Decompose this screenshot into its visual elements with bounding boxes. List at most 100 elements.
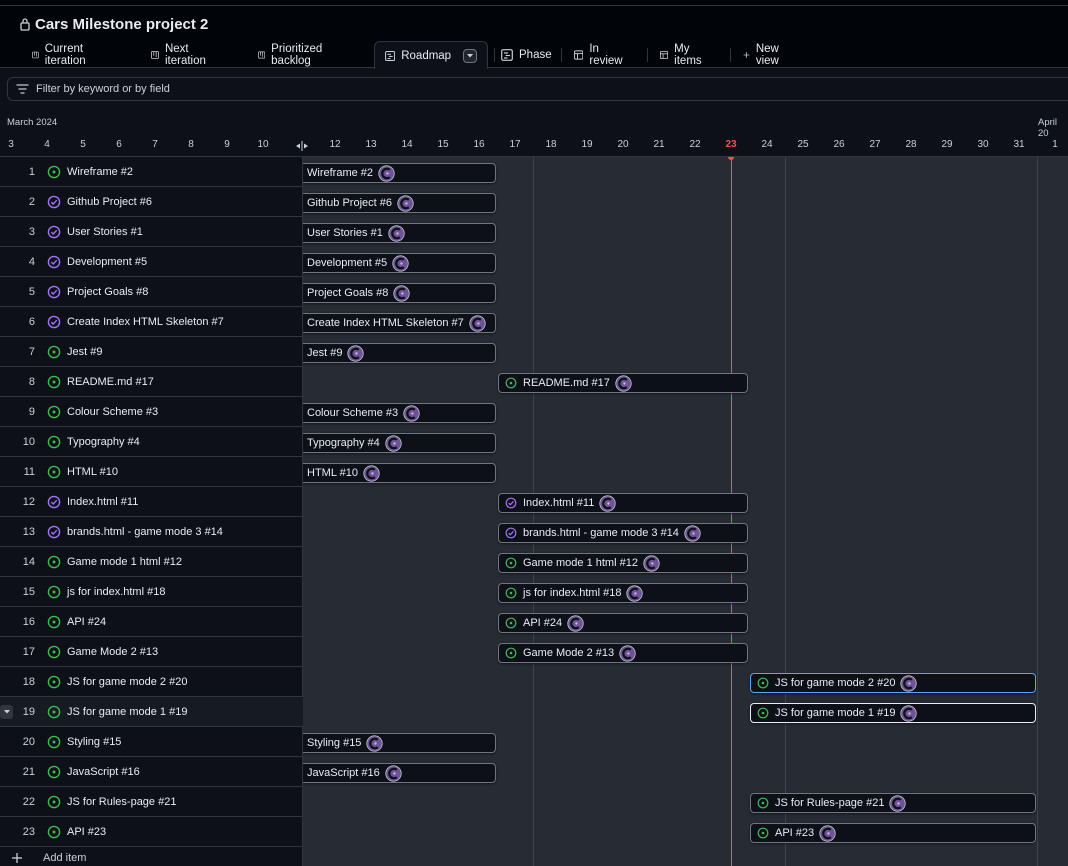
- item-title[interactable]: JavaScript #16: [67, 766, 140, 778]
- table-row[interactable]: 14 Game mode 1 html #12: [0, 547, 303, 577]
- item-title[interactable]: Wireframe #2: [67, 166, 133, 178]
- item-title[interactable]: Game Mode 2 #13: [67, 646, 158, 658]
- roadmap-bar[interactable]: Jest #9: [303, 343, 496, 363]
- tab-new-view[interactable]: New view: [743, 41, 784, 68]
- item-title[interactable]: Development #5: [67, 256, 147, 268]
- roadmap-bar[interactable]: Colour Scheme #3: [303, 403, 496, 423]
- roadmap-bar[interactable]: Styling #15: [303, 733, 496, 753]
- table-row[interactable]: 19 JS for game mode 1 #19: [0, 697, 303, 727]
- roadmap-bar[interactable]: JS for game mode 1 #19: [750, 703, 1036, 723]
- tab-phase[interactable]: Phase: [501, 41, 552, 68]
- item-title[interactable]: Styling #15: [67, 736, 121, 748]
- assignee-avatar[interactable]: [469, 314, 486, 332]
- roadmap-bar[interactable]: HTML #10: [303, 463, 496, 483]
- roadmap-bar[interactable]: Game mode 1 html #12: [498, 553, 748, 573]
- item-title[interactable]: Github Project #6: [67, 196, 152, 208]
- item-title[interactable]: JS for Rules-page #21: [67, 796, 176, 808]
- assignee-avatar[interactable]: [378, 164, 395, 182]
- table-row[interactable]: 11 HTML #10: [0, 457, 303, 487]
- assignee-avatar[interactable]: [393, 284, 410, 302]
- roadmap-bar[interactable]: Typography #4: [303, 433, 496, 453]
- roadmap-bar[interactable]: Index.html #11: [498, 493, 748, 513]
- table-row[interactable]: 8 README.md #17: [0, 367, 303, 397]
- roadmap-bar[interactable]: Project Goals #8: [303, 283, 496, 303]
- roadmap-bar[interactable]: API #24: [498, 613, 748, 633]
- roadmap-bar[interactable]: Create Index HTML Skeleton #7: [303, 313, 496, 333]
- item-title[interactable]: Colour Scheme #3: [67, 406, 158, 418]
- roadmap-bar[interactable]: Game Mode 2 #13: [498, 643, 748, 663]
- item-title[interactable]: Create Index HTML Skeleton #7: [67, 316, 224, 328]
- roadmap-bar[interactable]: brands.html - game mode 3 #14: [498, 523, 748, 543]
- table-row[interactable]: 15 js for index.html #18: [0, 577, 303, 607]
- roadmap-bar[interactable]: JS for game mode 2 #20: [750, 673, 1036, 693]
- table-row[interactable]: 5 Project Goals #8: [0, 277, 303, 307]
- table-row[interactable]: 6 Create Index HTML Skeleton #7: [0, 307, 303, 337]
- item-title[interactable]: js for index.html #18: [67, 586, 165, 598]
- assignee-avatar[interactable]: [366, 734, 384, 752]
- assignee-avatar[interactable]: [900, 674, 918, 692]
- table-row[interactable]: 12 Index.html #11: [0, 487, 303, 517]
- table-row[interactable]: 10 Typography #4: [0, 427, 303, 457]
- table-row[interactable]: 21 JavaScript #16: [0, 757, 303, 787]
- table-row[interactable]: 17 Game Mode 2 #13: [0, 637, 303, 667]
- row-menu-button[interactable]: [0, 705, 13, 719]
- table-row[interactable]: 18 JS for game mode 2 #20: [0, 667, 303, 697]
- table-row[interactable]: 20 Styling #15: [0, 727, 303, 757]
- item-title[interactable]: JS for game mode 2 #20: [67, 676, 187, 688]
- roadmap-bar[interactable]: JS for Rules-page #21: [750, 793, 1036, 813]
- table-row[interactable]: 4 Development #5: [0, 247, 303, 277]
- table-row[interactable]: 2 Github Project #6: [0, 187, 303, 217]
- assignee-avatar[interactable]: [889, 794, 907, 812]
- roadmap-bar[interactable]: Github Project #6: [303, 193, 496, 213]
- item-title[interactable]: API #24: [67, 616, 106, 628]
- table-row[interactable]: 9 Colour Scheme #3: [0, 397, 303, 427]
- add-item-button[interactable]: Add item: [0, 850, 303, 866]
- filter-bar[interactable]: [7, 77, 1068, 101]
- item-title[interactable]: Game mode 1 html #12: [67, 556, 182, 568]
- roadmap-bar[interactable]: README.md #17: [498, 373, 748, 393]
- assignee-avatar[interactable]: [392, 254, 409, 272]
- assignee-avatar[interactable]: [684, 524, 701, 542]
- assignee-avatar[interactable]: [385, 434, 402, 452]
- item-title[interactable]: Project Goals #8: [67, 286, 148, 298]
- roadmap-bar[interactable]: Development #5: [303, 253, 496, 273]
- tab-my-items[interactable]: My items: [660, 41, 705, 68]
- item-title[interactable]: JS for game mode 1 #19: [67, 706, 187, 718]
- item-title[interactable]: API #23: [67, 826, 106, 838]
- table-row[interactable]: 13 brands.html - game mode 3 #14: [0, 517, 303, 547]
- assignee-avatar[interactable]: [619, 644, 636, 662]
- assignee-avatar[interactable]: [397, 194, 414, 212]
- item-title[interactable]: User Stories #1: [67, 226, 143, 238]
- assignee-avatar[interactable]: [403, 404, 420, 422]
- table-row[interactable]: 3 User Stories #1: [0, 217, 303, 247]
- item-title[interactable]: brands.html - game mode 3 #14: [67, 526, 223, 538]
- tab-current-iteration[interactable]: Current iteration: [32, 41, 91, 68]
- tab-roadmap[interactable]: Roadmap: [374, 41, 488, 69]
- item-title[interactable]: Typography #4: [67, 436, 140, 448]
- assignee-avatar[interactable]: [900, 704, 918, 722]
- item-title[interactable]: HTML #10: [67, 466, 118, 478]
- table-row[interactable]: 16 API #24: [0, 607, 303, 637]
- item-title[interactable]: Jest #9: [67, 346, 102, 358]
- assignee-avatar[interactable]: [599, 494, 616, 512]
- item-title[interactable]: Index.html #11: [67, 496, 138, 508]
- assignee-avatar[interactable]: [626, 584, 644, 602]
- assignee-avatar[interactable]: [643, 554, 660, 572]
- view-options-button[interactable]: [463, 48, 477, 63]
- tab-in-review[interactable]: In review: [574, 41, 625, 68]
- table-row[interactable]: 22 JS for Rules-page #21: [0, 787, 303, 817]
- roadmap-bar[interactable]: API #23: [750, 823, 1036, 843]
- roadmap-bar[interactable]: js for index.html #18: [498, 583, 748, 603]
- table-row[interactable]: 23 API #23: [0, 817, 303, 847]
- resize-handle-icon[interactable]: [295, 140, 309, 152]
- assignee-avatar[interactable]: [347, 344, 365, 362]
- item-title[interactable]: README.md #17: [67, 376, 154, 388]
- assignee-avatar[interactable]: [385, 764, 402, 782]
- roadmap-bar[interactable]: User Stories #1: [303, 223, 496, 243]
- roadmap-bar[interactable]: Wireframe #2: [303, 163, 496, 183]
- roadmap-bar[interactable]: JavaScript #16: [303, 763, 496, 783]
- assignee-avatar[interactable]: [819, 824, 836, 842]
- tab-next-iteration[interactable]: Next iteration: [151, 41, 210, 68]
- assignee-avatar[interactable]: [567, 614, 584, 632]
- table-row[interactable]: 7 Jest #9: [0, 337, 303, 367]
